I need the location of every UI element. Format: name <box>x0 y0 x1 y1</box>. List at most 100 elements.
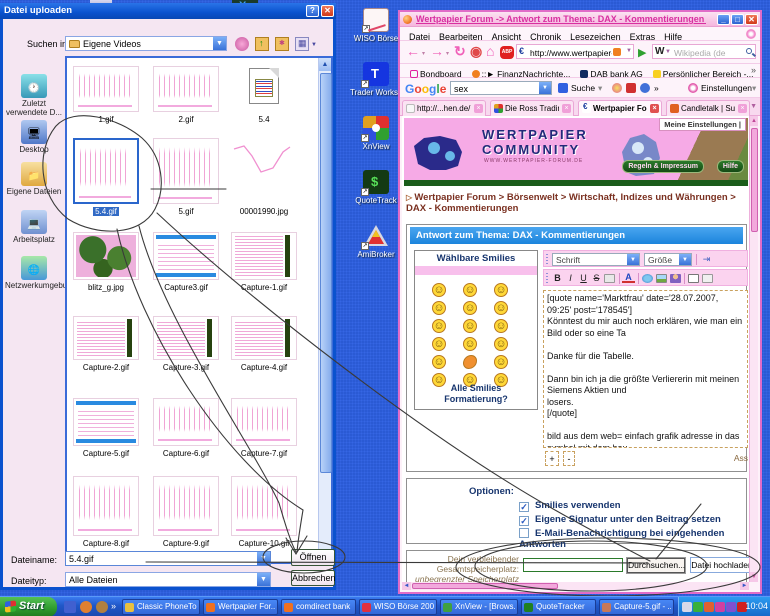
scroll-thumb[interactable] <box>320 73 332 473</box>
scroll-up-icon[interactable]: ▲ <box>750 116 758 126</box>
tab-4[interactable]: Candletalk | Suc...× <box>666 100 750 116</box>
indent-button[interactable]: ⇥ <box>700 253 713 266</box>
back-button[interactable]: ← <box>406 44 420 59</box>
desktop-icon-quotetrack[interactable]: ↗QuoteTrack <box>350 170 402 205</box>
file-item[interactable]: Capture-9.gif <box>153 476 219 548</box>
tab-list-dropdown[interactable]: ▼ <box>750 103 757 110</box>
back-icon[interactable] <box>235 37 249 51</box>
file-item[interactable]: 5.4 <box>231 66 297 124</box>
smiley-8[interactable]: ☺ <box>463 319 477 333</box>
google-search-button[interactable]: Suche <box>571 83 595 93</box>
sidebar-item-netzwerkumgebung[interactable]: Netzwerkumgebung <box>5 256 63 291</box>
help-icon[interactable]: ? <box>306 5 319 17</box>
tray-scheduler-icon[interactable] <box>726 602 736 612</box>
start-button[interactable]: Start <box>0 597 57 616</box>
tab-1[interactable]: http://...hen.de/× <box>402 100 486 116</box>
my-settings-link[interactable]: Meine Einstellungen | <box>659 118 746 131</box>
file-item[interactable]: Capture-8.gif <box>73 476 139 548</box>
upload-file-button[interactable]: Datei hochladen <box>690 557 749 573</box>
url-bar[interactable]: € http://www.wertpapier-fi ▼ <box>516 44 634 59</box>
option-3[interactable]: E-Mail-Benachrichtigung bei eingehenden … <box>519 528 746 550</box>
pagerank-icon[interactable] <box>626 83 636 93</box>
task-xnview-brows-[interactable]: XnView - [Brows... <box>440 599 518 615</box>
task-wiso-b-rse-2006[interactable]: WISO Börse 2006 <box>359 599 437 615</box>
up-folder-icon[interactable] <box>255 37 269 51</box>
insert-image-button[interactable] <box>656 274 667 283</box>
google-overflow[interactable]: » <box>654 83 659 93</box>
scroll-up-icon[interactable]: ▲ <box>319 58 331 71</box>
smiley-1[interactable]: ☺ <box>432 283 446 297</box>
smiley-3[interactable]: ☺ <box>494 283 508 297</box>
file-item[interactable]: Capture-4.gif <box>231 316 297 372</box>
google-settings[interactable]: Einstellungen <box>701 83 752 93</box>
scroll-down-icon[interactable]: ▼ <box>750 572 758 582</box>
file-item[interactable]: Capture-6.gif <box>153 398 219 458</box>
settings-dropdown[interactable]: ▾ <box>752 83 756 94</box>
stop-button[interactable]: ◉ <box>470 44 482 59</box>
search-engine-dropdown[interactable]: ▼ <box>665 49 671 55</box>
file-item[interactable]: Capture-10.gif <box>231 476 297 548</box>
option-1[interactable]: ✓Smilies verwenden <box>519 500 621 512</box>
maximize-button[interactable]: □ <box>731 14 744 25</box>
file-item[interactable]: Capture-2.gif <box>73 316 139 372</box>
tab-close-icon[interactable]: × <box>562 104 571 113</box>
strikethrough-button[interactable]: S <box>590 272 603 285</box>
option-2[interactable]: ✓Eigene Signatur unter den Beitrag setze… <box>519 514 721 526</box>
quote-button[interactable] <box>688 274 699 283</box>
task-capture-5-gif-[interactable]: Capture-5.gif - ... <box>599 599 674 615</box>
font-select[interactable]: Schrift▼ <box>552 253 640 266</box>
google-search-input[interactable]: sex ▼ <box>450 81 552 95</box>
smiley-10[interactable]: ☺ <box>432 337 446 351</box>
back-dropdown[interactable]: ▾ <box>422 50 425 57</box>
scroll-right-icon[interactable]: ► <box>740 582 749 590</box>
file-item[interactable]: blitz_g.jpg <box>73 232 139 292</box>
file-item[interactable]: Capture-5.gif <box>73 398 139 458</box>
desktop-icon-trader-workstat[interactable]: ↗Trader Workstat <box>350 62 402 97</box>
smiley-2[interactable]: ☺ <box>463 283 477 297</box>
desktop-icon-wiso-b-rse[interactable]: ↗WISO Börse <box>350 8 402 43</box>
italic-button[interactable]: I <box>564 272 577 285</box>
rss-icon[interactable] <box>613 48 621 56</box>
smiley-12[interactable]: ☺ <box>494 337 508 351</box>
desktop-icon-xnview[interactable]: ↗XnView <box>350 116 402 151</box>
filetype-dropdown[interactable]: ▼ <box>257 573 270 586</box>
smiley-7[interactable]: ☺ <box>432 319 446 333</box>
vertical-scroll-thumb[interactable] <box>751 128 758 232</box>
size-select[interactable]: Größe▼ <box>644 253 692 266</box>
breadcrumb[interactable]: ▷ Wertpapier Forum > Börsenwelt > Wirtsc… <box>406 192 745 214</box>
desktop-icon-amibroker[interactable]: ↗AmiBroker <box>350 224 402 259</box>
adblock-icon[interactable]: ABP <box>500 46 514 59</box>
horizontal-scrollbar[interactable]: ◄ ► <box>402 582 749 590</box>
tray-volume-icon[interactable] <box>682 602 692 612</box>
file-item[interactable]: Capture-7.gif <box>231 398 297 458</box>
fish-smiley[interactable] <box>463 355 477 369</box>
quick-launch-clock-icon[interactable] <box>96 601 108 613</box>
file-item[interactable]: Capture3.gif <box>153 232 219 292</box>
tab-close-icon[interactable]: × <box>738 104 747 113</box>
close-button[interactable]: ✕ <box>745 14 758 25</box>
task-wertpapier-for-[interactable]: Wertpapier For... <box>203 599 278 615</box>
underline-button[interactable]: U <box>577 272 590 285</box>
minimize-button[interactable]: _ <box>717 14 730 25</box>
compass-icon[interactable] <box>612 83 622 93</box>
file-item[interactable]: 5.gif <box>153 138 219 216</box>
code-button[interactable] <box>702 274 713 283</box>
forward-dropdown[interactable]: ▾ <box>446 50 449 57</box>
views-dropdown[interactable]: ▼ <box>311 42 317 48</box>
tray-xnview-icon[interactable] <box>715 602 725 612</box>
google-search-options[interactable]: ▾ <box>598 83 602 94</box>
filename-dropdown[interactable]: ▼ <box>257 552 270 565</box>
task-comdirect-bank-[interactable]: comdirect bank ... <box>281 599 356 615</box>
all-smilies-link[interactable]: Alle Smilies <box>415 383 537 394</box>
formatting-link[interactable]: Formatierung? <box>415 394 537 405</box>
checkbox[interactable] <box>519 528 529 538</box>
google-g-icon[interactable] <box>558 83 568 93</box>
file-list-scrollbar[interactable]: ▲ ▼ <box>318 58 331 562</box>
filetype-select[interactable]: Alle Dateien ▼ <box>65 572 271 587</box>
insert-member-button[interactable] <box>670 274 681 283</box>
browse-button[interactable]: Durchsuchen... <box>627 558 685 573</box>
checkbox-checked[interactable]: ✓ <box>519 516 529 526</box>
task-quotetracker[interactable]: QuoteTracker <box>521 599 596 615</box>
smiley-6[interactable]: ☺ <box>494 301 508 315</box>
post-textarea[interactable]: [quote name='Marktfrau' date='28.07.2007… <box>543 290 748 448</box>
